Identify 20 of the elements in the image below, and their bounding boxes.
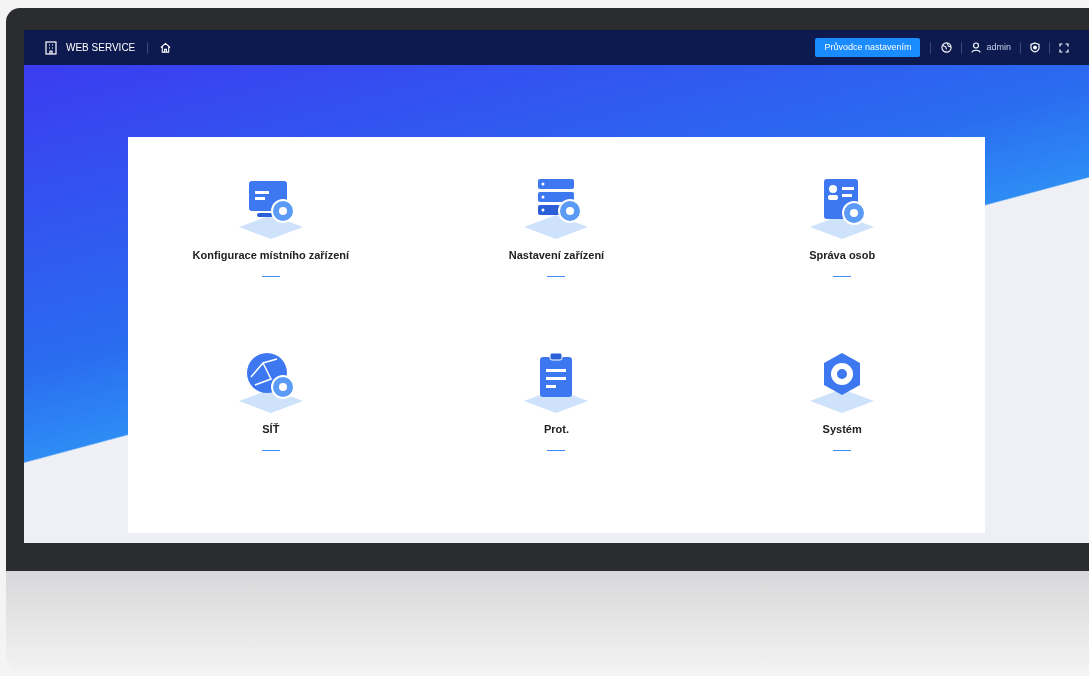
brand-name: WEB SERVICE — [66, 41, 136, 55]
accent-line — [547, 275, 566, 277]
username[interactable]: admin — [986, 40, 1011, 55]
menu-tile-label[interactable]: Konfigurace místního zařízení — [192, 247, 350, 264]
globe-icon[interactable] — [941, 42, 953, 53]
menu-tile-label[interactable]: Správa osob — [809, 247, 876, 264]
accent-line — [547, 449, 566, 451]
home-icon[interactable] — [160, 42, 172, 53]
accent-line — [833, 275, 852, 277]
menu-tile-label[interactable]: SÍŤ — [262, 421, 280, 438]
menu-tile-label[interactable]: Nastavení zařízení — [508, 247, 605, 264]
fullscreen-icon[interactable] — [1059, 42, 1069, 53]
accent-line — [833, 449, 852, 451]
menu-tile-label[interactable]: Systém — [822, 421, 862, 438]
menu-tile-label[interactable]: Prot. — [543, 421, 569, 438]
accent-line — [261, 275, 280, 277]
building-icon — [44, 40, 58, 55]
shield-icon[interactable] — [1030, 42, 1040, 53]
user-icon[interactable] — [971, 42, 982, 53]
accent-line — [261, 449, 280, 451]
